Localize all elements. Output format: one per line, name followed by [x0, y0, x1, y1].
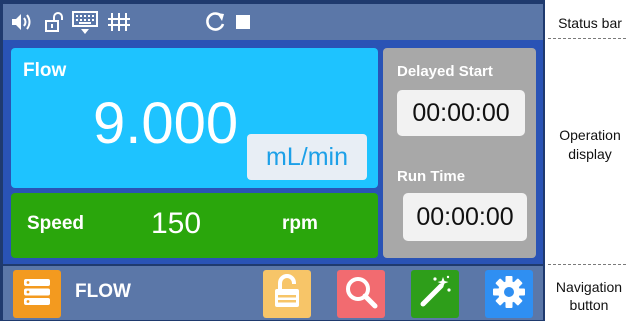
pump-rollers-icon[interactable] — [107, 12, 131, 32]
run-time-label: Run Time — [397, 168, 466, 185]
operation-display: Flow 9.000 mL/min Speed 150 rpm Delayed … — [3, 40, 543, 264]
speaker-icon[interactable] — [9, 12, 35, 32]
stop-icon[interactable] — [233, 12, 253, 32]
settings-gear-icon — [491, 274, 527, 315]
delayed-start-label: Delayed Start — [397, 63, 493, 80]
annotation-divider — [548, 264, 626, 265]
status-bar-annotation: Status bar — [558, 15, 622, 31]
settings-button[interactable] — [485, 270, 533, 318]
wizard-button[interactable] — [411, 270, 459, 318]
search-button[interactable] — [337, 270, 385, 318]
navigation-annotation-line2: button — [569, 297, 609, 313]
unlock-icon — [270, 273, 304, 315]
navigation-bar: FLOW — [3, 266, 543, 320]
menu-list-icon — [20, 275, 54, 314]
run-time-field[interactable]: 00:00:00 — [403, 193, 527, 241]
keyboard-icon[interactable] — [71, 10, 99, 36]
speed-card[interactable]: Speed 150 rpm — [11, 193, 378, 258]
speed-label: Speed — [27, 213, 85, 234]
annotation-divider — [548, 38, 626, 39]
speed-value[interactable]: 150 — [151, 207, 201, 241]
operation-annotation-line1: Operation — [559, 127, 621, 143]
status-bar — [3, 4, 543, 40]
search-icon — [343, 274, 379, 315]
navigation-annotation-line1: Navigation — [555, 279, 623, 295]
flow-value[interactable]: 9.000 — [93, 90, 238, 157]
mode-label: FLOW — [75, 281, 131, 302]
unlock-button[interactable] — [263, 270, 311, 318]
unlocked-padlock-icon[interactable] — [43, 12, 65, 32]
magic-wand-icon — [417, 274, 453, 315]
flow-card[interactable]: Flow 9.000 mL/min — [11, 48, 378, 188]
menu-button[interactable] — [13, 270, 61, 318]
operation-annotation-line2: display — [568, 146, 612, 162]
timer-panel: Delayed Start 00:00:00 Run Time 00:00:00 — [383, 48, 536, 258]
flow-unit-button[interactable]: mL/min — [247, 134, 367, 180]
flow-title: Flow — [23, 60, 67, 81]
refresh-icon[interactable] — [203, 12, 227, 32]
delayed-start-field[interactable]: 00:00:00 — [397, 90, 525, 136]
pump-display: Flow 9.000 mL/min Speed 150 rpm Delayed … — [0, 0, 545, 321]
speed-unit: rpm — [282, 213, 318, 234]
